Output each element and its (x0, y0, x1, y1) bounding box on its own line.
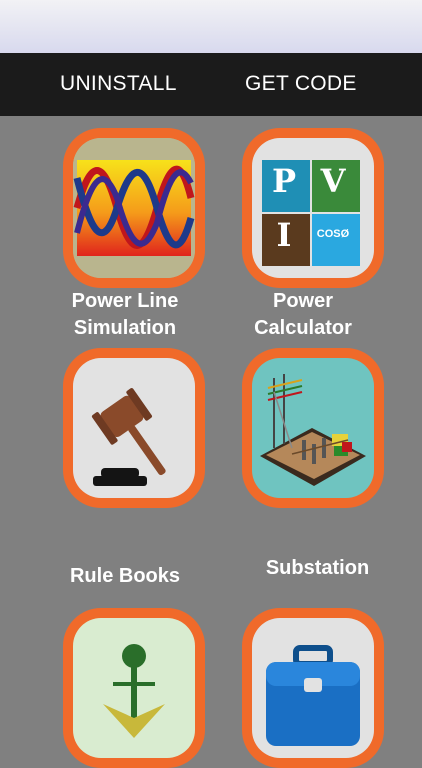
get-code-button[interactable]: GET CODE (245, 72, 357, 96)
toolbox-icon (252, 618, 374, 758)
pvi-cos-phi: COSØ (316, 228, 350, 240)
power-line-simulation-tile[interactable] (63, 128, 205, 288)
sine-waves-icon (73, 138, 195, 278)
substation-tile[interactable] (242, 348, 384, 508)
power-calculator-label: Power Calculator (228, 288, 378, 342)
toolbox-tile[interactable] (242, 608, 384, 768)
pvi-letter-p: P (271, 162, 297, 200)
power-line-label-line2: Simulation (73, 317, 177, 339)
status-bar (0, 0, 422, 53)
pvi-icon: P V I COSØ (252, 138, 374, 278)
substation-label: Substation (265, 557, 370, 579)
grounding-tile[interactable] (63, 608, 205, 768)
top-bar: UNINSTALL GET CODE (0, 53, 422, 116)
rule-books-tile[interactable] (63, 348, 205, 508)
ground-anchor-icon (73, 618, 195, 758)
power-calc-label-line2: Calculator (254, 317, 352, 339)
pvi-letter-v: V (320, 162, 346, 200)
gavel-icon (73, 358, 195, 498)
power-calculator-tile[interactable]: P V I COSØ (242, 128, 384, 288)
power-line-simulation-label: Power Line Simulation (50, 288, 200, 342)
uninstall-button[interactable]: UNINSTALL (60, 72, 177, 96)
power-calc-label-line1: Power (272, 290, 334, 312)
rule-books-label: Rule Books (69, 565, 181, 587)
pvi-letter-i: I (276, 216, 292, 254)
substation-icon (252, 358, 374, 498)
power-line-label-line1: Power Line (71, 290, 179, 312)
